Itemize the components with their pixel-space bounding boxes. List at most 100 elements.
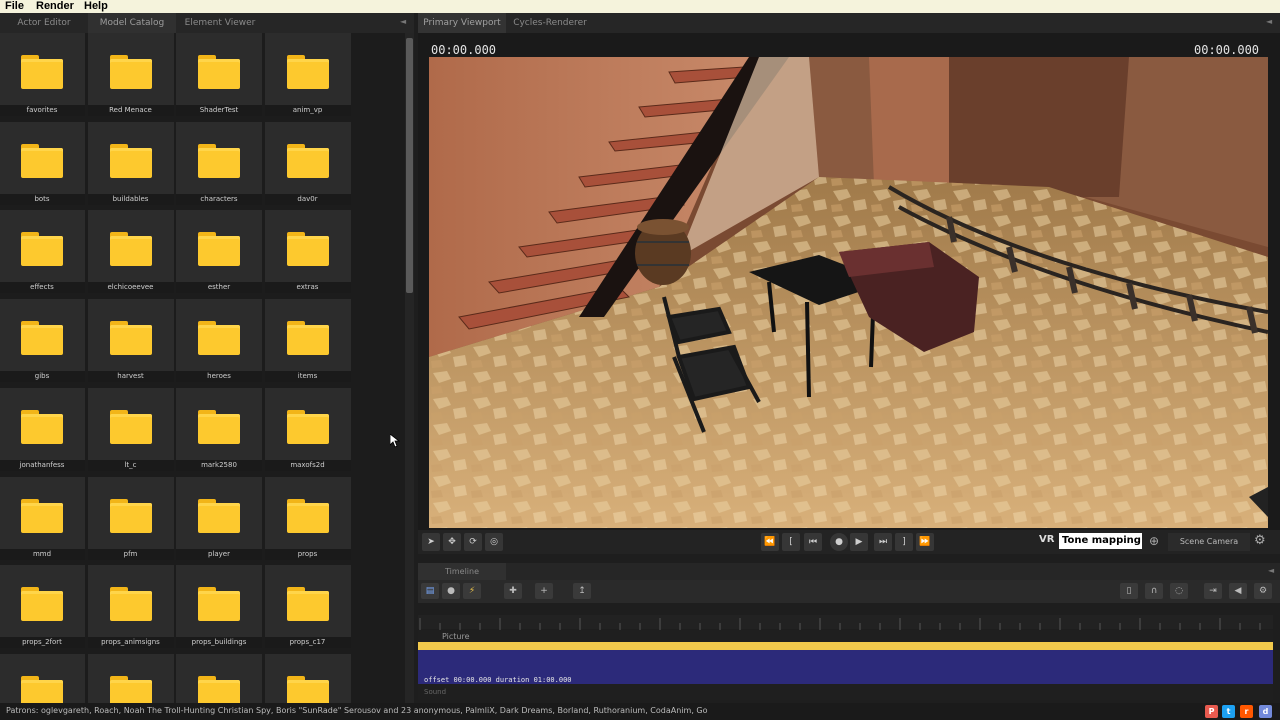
folder-tile[interactable]: props_buildings [176, 565, 262, 649]
folder-label: mmd [0, 548, 85, 560]
folder-tile[interactable]: player [176, 476, 262, 560]
folder-icon [286, 55, 329, 89]
gear-icon[interactable]: ⚙ [1254, 533, 1266, 548]
folder-icon [286, 409, 329, 444]
folder-tile[interactable]: anim_vp [264, 33, 351, 116]
prev-marker-icon[interactable]: [ [782, 533, 800, 551]
rewind-icon[interactable]: ⏪ [761, 533, 779, 551]
folder-label: maxofs2d [264, 459, 351, 471]
viewport-render[interactable] [429, 57, 1268, 528]
timeline-track-area[interactable]: Picture offset 00:00.000 duration 01:00.… [418, 630, 1273, 700]
folder-tile[interactable]: gibs [0, 299, 85, 383]
twitter-icon[interactable]: t [1222, 705, 1235, 718]
folder-tile[interactable]: props_animsigns [87, 565, 174, 649]
folder-tile[interactable]: props_c17 [264, 565, 351, 649]
next-frame-icon[interactable]: ⏭ [874, 533, 892, 551]
folder-tile[interactable]: harvest [87, 299, 174, 383]
folder-tile[interactable]: lt_c [87, 387, 174, 471]
folder-icon [198, 675, 240, 703]
folder-tile[interactable]: ShaderTest [176, 33, 262, 116]
fast-forward-icon[interactable]: ⏩ [916, 533, 934, 551]
folder-tile[interactable] [87, 653, 174, 703]
folder-icon [286, 321, 329, 356]
transport-bar: ➤ ✥ ⟳ ◎ ⏪ [ ⏮ ● ▶ ⏭ ] ⏩ VR Tone mapping … [418, 530, 1280, 554]
folder-label: ShaderTest [176, 105, 262, 116]
folder-tile[interactable]: jonathanfess [0, 387, 85, 471]
rotate-tool-icon[interactable]: ⟳ [464, 533, 482, 551]
prev-frame-icon[interactable]: ⏮ [804, 533, 822, 551]
clip-editor-icon[interactable]: ▤ [421, 583, 439, 599]
tab-element-viewer[interactable]: Element Viewer [176, 13, 264, 33]
folder-label: lt_c [87, 459, 174, 471]
scene-camera-select[interactable]: Scene Camera [1168, 533, 1250, 551]
timeline-ruler[interactable] [418, 615, 1273, 630]
folder-label: anim_vp [264, 105, 351, 116]
folder-tile[interactable]: characters [176, 121, 262, 205]
reddit-icon[interactable]: r [1240, 705, 1253, 718]
folder-label: Red Menace [87, 105, 174, 116]
timeline-gear-icon[interactable]: ⚙ [1254, 583, 1272, 599]
jump-end-icon[interactable]: ⇥ [1204, 583, 1222, 599]
graph-editor-icon[interactable]: ⚡ [463, 583, 481, 599]
folder-tile[interactable]: pfm [87, 476, 174, 560]
menu-file[interactable]: File [5, 0, 24, 13]
add-track-icon[interactable]: + [535, 583, 553, 599]
folder-tile[interactable]: favorites [0, 33, 85, 116]
folder-label: elchicoeevee [87, 282, 174, 294]
move-tool-icon[interactable]: ✥ [443, 533, 461, 551]
folder-tile[interactable]: bots [0, 121, 85, 205]
folder-tile[interactable]: extras [264, 210, 351, 294]
panel-pin-icon[interactable]: ◄ [1266, 17, 1272, 26]
folder-tile[interactable]: mark2580 [176, 387, 262, 471]
folder-tile[interactable]: maxofs2d [264, 387, 351, 471]
folder-tile[interactable]: heroes [176, 299, 262, 383]
menu-help[interactable]: Help [84, 0, 108, 13]
record-button[interactable]: ● [830, 533, 848, 551]
panel-pin-icon[interactable]: ◄ [400, 17, 406, 26]
folder-label: favorites [0, 105, 85, 116]
bookmark-icon[interactable]: ▯ [1120, 583, 1138, 599]
tab-actor-editor[interactable]: Actor Editor [0, 13, 88, 33]
tone-mapping-select[interactable]: Tone mapping [1059, 533, 1142, 549]
scale-tool-icon[interactable]: ◎ [485, 533, 503, 551]
folder-tile[interactable]: items [264, 299, 351, 383]
discord-icon[interactable]: d [1259, 705, 1272, 718]
tab-cycles-renderer[interactable]: Cycles-Renderer [506, 13, 594, 33]
camera-target-icon[interactable]: ⊕ [1149, 534, 1159, 548]
catalog-scrollbar[interactable] [405, 33, 414, 703]
folder-icon [21, 55, 63, 89]
scrollbar-thumb[interactable] [406, 38, 413, 293]
folder-tile[interactable] [0, 653, 85, 703]
vr-toggle[interactable]: VR [1039, 534, 1054, 545]
folder-tile[interactable] [176, 653, 262, 703]
folder-tile[interactable]: buildables [87, 121, 174, 205]
folder-icon [286, 587, 329, 622]
menu-render[interactable]: Render [36, 0, 74, 13]
motion-editor-icon[interactable]: ● [442, 583, 460, 599]
folder-tile[interactable]: elchicoeevee [87, 210, 174, 294]
panel-pin-icon[interactable]: ◄ [1268, 566, 1274, 575]
folder-tile[interactable]: dav0r [264, 121, 351, 205]
snap-icon[interactable]: ◌ [1170, 583, 1188, 599]
folder-icon [109, 675, 152, 703]
tab-model-catalog[interactable]: Model Catalog [88, 13, 176, 33]
folder-tile[interactable]: props_2fort [0, 565, 85, 649]
folder-tile[interactable]: effects [0, 210, 85, 294]
folder-tile[interactable]: esther [176, 210, 262, 294]
play-button[interactable]: ▶ [850, 533, 868, 551]
folder-tile[interactable]: Red Menace [87, 33, 174, 116]
go-up-icon[interactable]: ↥ [573, 583, 591, 599]
folder-tile[interactable]: props [264, 476, 351, 560]
volume-icon[interactable]: ◀ [1229, 583, 1247, 599]
next-marker-icon[interactable]: ] [895, 533, 913, 551]
tab-primary-viewport[interactable]: Primary Viewport [418, 13, 506, 33]
patreon-icon[interactable]: P [1205, 705, 1218, 718]
select-tool-icon[interactable]: ➤ [422, 533, 440, 551]
folder-label: mark2580 [176, 459, 262, 471]
tab-timeline[interactable]: Timeline [418, 563, 506, 580]
clip-header-bar[interactable] [418, 642, 1273, 650]
folder-tile[interactable] [264, 653, 351, 703]
add-clip-icon[interactable]: ✚ [504, 583, 522, 599]
folder-tile[interactable]: mmd [0, 476, 85, 560]
magnet-icon[interactable]: ∩ [1145, 583, 1163, 599]
